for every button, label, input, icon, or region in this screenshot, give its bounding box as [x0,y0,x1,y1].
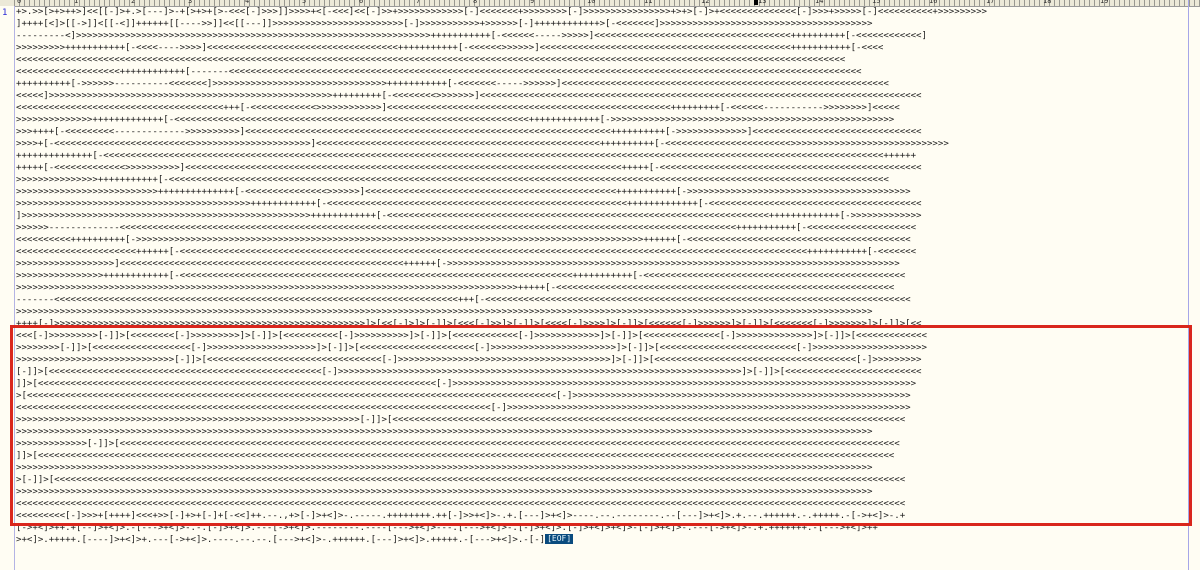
text-editor-area[interactable]: +>.>>[>+>++>]<<[[-]>+.>[---]>-+[>+>+[>-<… [16,6,1186,568]
code-line[interactable]: <<<<<<<<<<<<<<<<<<<<<<<<<<<<<<<<<<<<<<++… [16,103,900,113]
ruler-label: 3 [188,0,193,5]
code-line[interactable]: ]]>[<<<<<<<<<<<<<<<<<<<<<<<<<<<<<<<<<<<<… [16,451,894,461]
code-line[interactable]: ]]>[<<<<<<<<<<<<<<<<<<<<<<<<<<<<<<<<<<<<… [16,379,916,389]
ruler-label: 7 [416,0,421,5]
code-line[interactable]: >>>>>>>>>>>>>>+++++++++++++[-<<<<<<<<<<<… [16,115,894,125]
ruler-label: 0 [17,0,22,5]
eof-marker: [EOF] [545,534,574,544]
code-line[interactable]: >>>>>>>>>+++++++++++[-<<<<---->>>>]<<<<<… [16,43,883,53]
ruler-label: 1 [74,0,79,5]
code-line[interactable]: >>>>>>>>>>>>>>>>>>>>>>>>>>>>>>>>>>>>>>>>… [16,487,872,497]
code-line[interactable]: <<<<<<<<<<<<<<<<<<<++++++++++++[-------<… [16,67,862,77]
code-line[interactable]: >+<]>.+++++.[----]>+<]>+.---[->+<]>.----… [16,535,545,545]
code-line[interactable]: >>>>>>>>>>>>>>>>>>>>>>>>>>>>>>>>>>>>>>>>… [16,283,894,293]
code-line[interactable]: <<<<<<<<<<<<<<<<<<<<<<++++++[-<<<<<<<<<<… [16,247,916,257]
ruler-label: 13 [758,0,767,5]
ruler-label: 15 [872,0,881,5]
code-line[interactable]: [->+<]>++.+[--]>+<]>.-[--->+<]>-.-.[-]>+… [16,523,878,533]
right-margin-guide [1188,0,1189,570]
ruler-label: 9 [530,0,535,5]
code-line[interactable]: >>>>>>-------------<<<<<<<<<<<<<<<<<<<<<… [16,223,916,233]
ruler-label: 2 [131,0,136,5]
line-number: 1 [2,8,8,18]
code-line[interactable]: ]>>>>>>>>>>>>>>>>>>>>>>>>>>>>>>>>>>>>>>>… [16,211,922,221]
code-line[interactable]: >>>>>>>>>>>>>>>+++++++++++[-<<<<<<<<<<<<… [16,175,889,185]
ruler-label: 8 [473,0,478,5]
code-line[interactable]: <<<<<<<<<[-]>>>+[++++]<<<+>>[-]+>+[-]+[-… [16,511,905,521]
code-line[interactable]: >>>>+[-<<<<<<<<<<<<<<<<<<<<<<<<<>>>>>>>>… [16,139,949,149]
code-line[interactable]: >>>>>>>>>>>>>>>>>>>>>>>>>>>>>>>>>>>>>>>>… [16,463,872,473]
code-line[interactable]: <<<<<]>>>>>>>>>>>>>>>>>>>>>>>>>>>>>>>>>>… [16,91,922,101]
code-line[interactable]: >>>>>>>>[-]]>[<<<<<<<<<<<<<<<<<<[-]>>>>>… [16,343,927,353]
ruler-label: 6 [359,0,364,5]
code-line[interactable]: -------<<<<<<<<<<<<<<<<<<<<<<<<<<<<<<<<<… [16,295,911,305]
code-line[interactable]: ++++++++++++++[-<<<<<<<<<<<<<<<<<<<<<<<<… [16,151,916,161]
ruler-label: 18 [1043,0,1052,5]
ruler-label: 10 [587,0,596,5]
code-line[interactable]: <<<<<<<<<<++++++++++[->>>>>>>>>>>>>>>>>>… [16,235,911,245]
code-line[interactable]: +++++[-<<<<<<<<<<<<<>>>>>>>>>>]<<<<<<<<<… [16,163,922,173]
code-line[interactable]: >>>>>>>>>>>>>>>>>>>>>>>>>>>>>[-]]>[<<<<<… [16,355,922,365]
ruler-label: 4 [245,0,250,5]
code-line[interactable]: >[-]]>[<<<<<<<<<<<<<<<<<<<<<<<<<<<<<<<<<… [16,475,905,485]
code-line[interactable]: <<<<<<<<<<<<<<<<<<<<<<<<<<<<<<<<<<<<<<<<… [16,55,845,65]
code-text[interactable]: +>.>>[>+>++>]<<[[-]>+.>[---]>-+[>+>+[>-<… [16,6,1186,546]
ruler-label: 5 [302,0,307,5]
ruler-label: 19 [1100,0,1109,5]
code-line[interactable]: >>>++++[-<<<<<<<<<------------->>>>>>>>>… [16,127,922,137]
line-number-gutter: 1 [0,6,15,570]
code-line[interactable]: >>>>>>>>>>>>>[-]]>[<<<<<<<<<<<<<<<<<<<<<… [16,439,900,449]
code-line[interactable]: >>>>>>>>>>>>>>>>++++++++++++[-<<<<<<<<<<… [16,271,905,281]
ruler-label: 14 [815,0,824,5]
code-line[interactable]: <<<<<<<<<<<<<<<<<<<<<<<<<<<<<<<<<<<<<<<<… [16,403,911,413]
code-line[interactable]: <<<<<<<<<<<<<<<<<<<<<<<<<<<<<<<<<<<<<<<<… [16,499,905,509]
code-line[interactable]: >>>>>>>>>>>>>>>>>>>>>>>>>>>>>>>>>>>>>>>>… [16,415,905,425]
code-line[interactable]: >[<<<<<<<<<<<<<<<<<<<<<<<<<<<<<<<<<<<<<<… [16,391,911,401]
code-line[interactable]: ]++++[<]>[[->]]<[[-<]]++++++[[---->>]]<<… [16,19,872,29]
ruler-label: 11 [644,0,653,5]
code-line[interactable]: [-]]>[<<<<<<<<<<<<<<<<<<<<<<<<<<<<<<<<<<… [16,367,922,377]
code-line[interactable]: >>>>>>>>>>>>>>>>>>>>>>>>>>>>>>>>>>>>>>>>… [16,307,872,317]
code-line[interactable]: <<<[-]>>>>>>>>>[-]]>[<<<<<<<<[-]>>>>>>>>… [16,331,927,341]
code-line[interactable]: >>>>>>>>>>>>>>>>>>>>>>>>>>>>>>>>>>>>>>>>… [16,199,922,209]
ruler-label: 17 [986,0,995,5]
code-line[interactable]: >>>>>>>>>>>>>>>>>>>>>>>>>>>>>>>>>>>>>>>>… [16,427,872,437]
code-line[interactable]: +>.>>[>+>++>]<<[[-]>+.>[---]>-+[>+>+[>-<… [16,7,987,17]
ruler-caret-marker [754,0,758,5]
code-line[interactable]: ++++++++++[->>>>>>----------<<<<<<<]>>>>… [16,79,889,89]
ruler-label: 12 [701,0,710,5]
code-line[interactable]: ---------<]>>>>>>>>>>>>>>>>>>>>>>>>>>>>>… [16,31,927,41]
code-line[interactable]: ++++[-]>>>>>>>>>>>>>>>>>>>>>>>>>>>>>>>>>… [16,319,922,329]
ruler-label: 16 [929,0,938,5]
code-line[interactable]: >>>>>>>>>>>>>>>>>>>>>>>>>>++++++++++++++… [16,187,911,197]
code-line[interactable]: >>>>>>>>>>>>>>>>>>]<<<<<<<<<<<<<<<<<<<<<… [16,259,900,269]
